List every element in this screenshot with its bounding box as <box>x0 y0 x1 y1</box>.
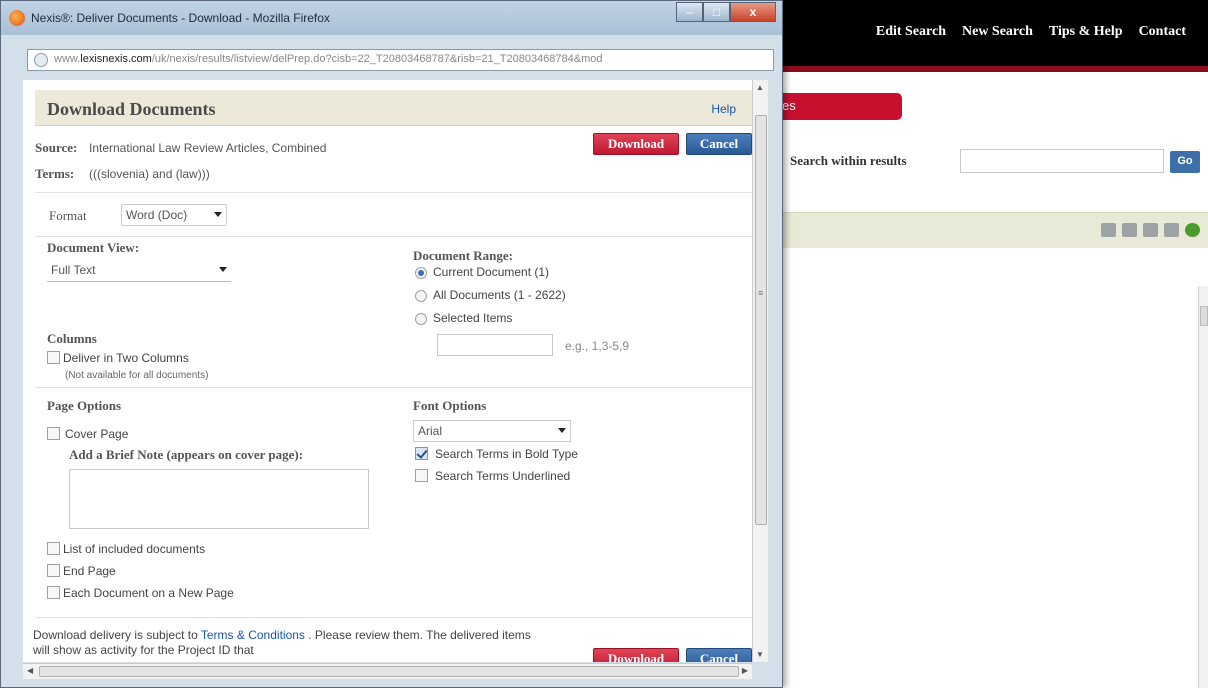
scroll-right-icon[interactable]: ▶ <box>742 666 748 675</box>
grip-icon: ≡ <box>758 288 764 298</box>
document-range-label: Document Range: <box>413 248 514 263</box>
page-options-label: Page Options <box>47 398 122 413</box>
results-toolbar <box>775 212 1208 248</box>
top-nav: Edit Search New Search Tips & Help Conta… <box>876 24 1186 40</box>
save-icon[interactable] <box>1143 223 1158 237</box>
scroll-left-icon[interactable]: ◀ <box>27 666 33 675</box>
terms-value: (((slovenia) and (law))) <box>89 167 210 181</box>
url-domain: lexisnexis.com <box>80 53 152 65</box>
source-label: Source: <box>35 140 78 155</box>
end-page-label: End Page <box>63 564 116 578</box>
window-title: Nexis®: Deliver Documents - Download - M… <box>31 11 330 25</box>
dialog-horizontal-scrollbar[interactable]: ◀ ▶ <box>23 663 752 679</box>
cover-page-checkbox[interactable] <box>47 427 60 440</box>
firefox-popup-window: Nexis®: Deliver Documents - Download - M… <box>0 0 783 688</box>
dialog-header: Download Documents Help <box>35 90 752 126</box>
dialog-title: Download Documents <box>47 99 216 119</box>
page-scrollbar[interactable] <box>1198 286 1208 688</box>
range-all-radio[interactable] <box>415 290 427 302</box>
terms-conditions-link[interactable]: Terms & Conditions <box>201 628 305 642</box>
two-columns-note: (Not available for all documents) <box>65 370 209 381</box>
divider <box>35 387 752 388</box>
globe-icon <box>34 53 48 67</box>
url-bar[interactable]: www.lexisnexis.com/uk/nexis/results/list… <box>27 49 774 71</box>
url-path: /uk/nexis/results/listview/delPrep.do?ci… <box>151 53 603 65</box>
range-selected-label: Selected Items <box>433 311 513 325</box>
email-icon[interactable] <box>1122 223 1137 237</box>
source-value: International Law Review Articles, Combi… <box>89 141 327 155</box>
scroll-down-icon[interactable]: ▼ <box>756 650 764 659</box>
columns-label: Columns <box>47 331 97 346</box>
go-button[interactable]: Go <box>1170 151 1200 173</box>
end-page-checkbox[interactable] <box>47 564 60 577</box>
vertical-scroll-thumb[interactable] <box>755 115 767 525</box>
selected-items-input[interactable] <box>437 334 553 356</box>
print-icon[interactable] <box>1101 223 1116 237</box>
page-scroll-thumb[interactable] <box>1200 306 1208 326</box>
horizontal-scroll-thumb[interactable] <box>39 666 739 677</box>
chevron-down-icon <box>214 212 222 217</box>
underline-terms-label: Search Terms Underlined <box>435 469 571 483</box>
close-button[interactable]: x <box>730 2 776 22</box>
divider <box>35 236 752 237</box>
two-columns-checkbox[interactable] <box>47 351 60 364</box>
font-value: Arial <box>418 424 443 438</box>
bold-terms-checkbox[interactable] <box>415 447 428 460</box>
divider <box>35 192 752 193</box>
search-within-input[interactable] <box>960 149 1164 173</box>
brief-note-textarea[interactable] <box>69 469 369 529</box>
range-all-label: All Documents (1 - 2622) <box>433 288 566 302</box>
underline-terms-checkbox[interactable] <box>415 469 428 482</box>
document-view-value: Full Text <box>51 263 96 277</box>
window-controls: – □ x <box>676 2 776 22</box>
download-icon[interactable] <box>1164 223 1179 237</box>
document-view-label: Document View: <box>47 240 140 255</box>
cover-page-label: Cover Page <box>65 427 129 441</box>
notice-text-1: Download delivery is subject to <box>33 628 201 642</box>
range-example: e.g., 1,3-5,9 <box>565 339 630 353</box>
nav-new-search[interactable]: New Search <box>962 24 1033 40</box>
url-prefix: www. <box>54 53 81 65</box>
cancel-button-bottom[interactable]: Cancel <box>686 648 752 662</box>
toolbar-icons <box>1101 223 1200 237</box>
nav-contact[interactable]: Contact <box>1139 24 1186 40</box>
alert-icon[interactable] <box>1185 223 1200 237</box>
range-current-label: Current Document (1) <box>433 265 550 279</box>
chevron-down-icon <box>219 267 227 272</box>
font-select[interactable]: Arial <box>413 420 571 442</box>
download-button-top[interactable]: Download <box>593 133 679 155</box>
cancel-button-top[interactable]: Cancel <box>686 133 752 155</box>
window-titlebar[interactable]: Nexis®: Deliver Documents - Download - M… <box>1 1 782 35</box>
range-current-radio[interactable] <box>415 267 427 279</box>
new-page-label: Each Document on a New Page <box>63 586 234 600</box>
maximize-button[interactable]: □ <box>703 2 730 22</box>
format-select[interactable]: Word (Doc) <box>121 204 227 226</box>
format-value: Word (Doc) <box>126 208 188 222</box>
bold-terms-label: Search Terms in Bold Type <box>435 447 578 461</box>
dialog-viewport: Download Documents Help Source: Internat… <box>23 80 768 662</box>
list-docs-checkbox[interactable] <box>47 542 60 555</box>
range-selected-radio[interactable] <box>415 313 427 325</box>
list-docs-label: List of included documents <box>63 542 206 556</box>
new-page-checkbox[interactable] <box>47 586 60 599</box>
firefox-icon <box>9 10 25 26</box>
scroll-up-icon[interactable]: ▲ <box>756 83 764 92</box>
two-columns-label: Deliver in Two Columns <box>63 351 189 365</box>
nav-edit-search[interactable]: Edit Search <box>876 24 946 40</box>
help-link[interactable]: Help <box>711 102 736 116</box>
format-label: Format <box>49 208 87 223</box>
search-within-label: Search within results <box>790 153 907 168</box>
nav-tips-help[interactable]: Tips & Help <box>1049 24 1123 40</box>
dialog-vertical-scrollbar[interactable]: ▲ ≡ ▼ <box>752 80 768 662</box>
terms-label: Terms: <box>35 166 75 181</box>
minimize-button[interactable]: – <box>676 2 703 22</box>
chevron-down-icon <box>558 428 566 433</box>
divider <box>35 617 752 618</box>
download-button-bottom[interactable]: Download <box>593 648 679 662</box>
document-view-select[interactable]: Full Text <box>47 260 231 282</box>
brief-note-label: Add a Brief Note (appears on cover page)… <box>69 447 304 462</box>
delivery-notice: Download delivery is subject to Terms & … <box>33 628 533 658</box>
font-options-label: Font Options <box>413 398 487 413</box>
